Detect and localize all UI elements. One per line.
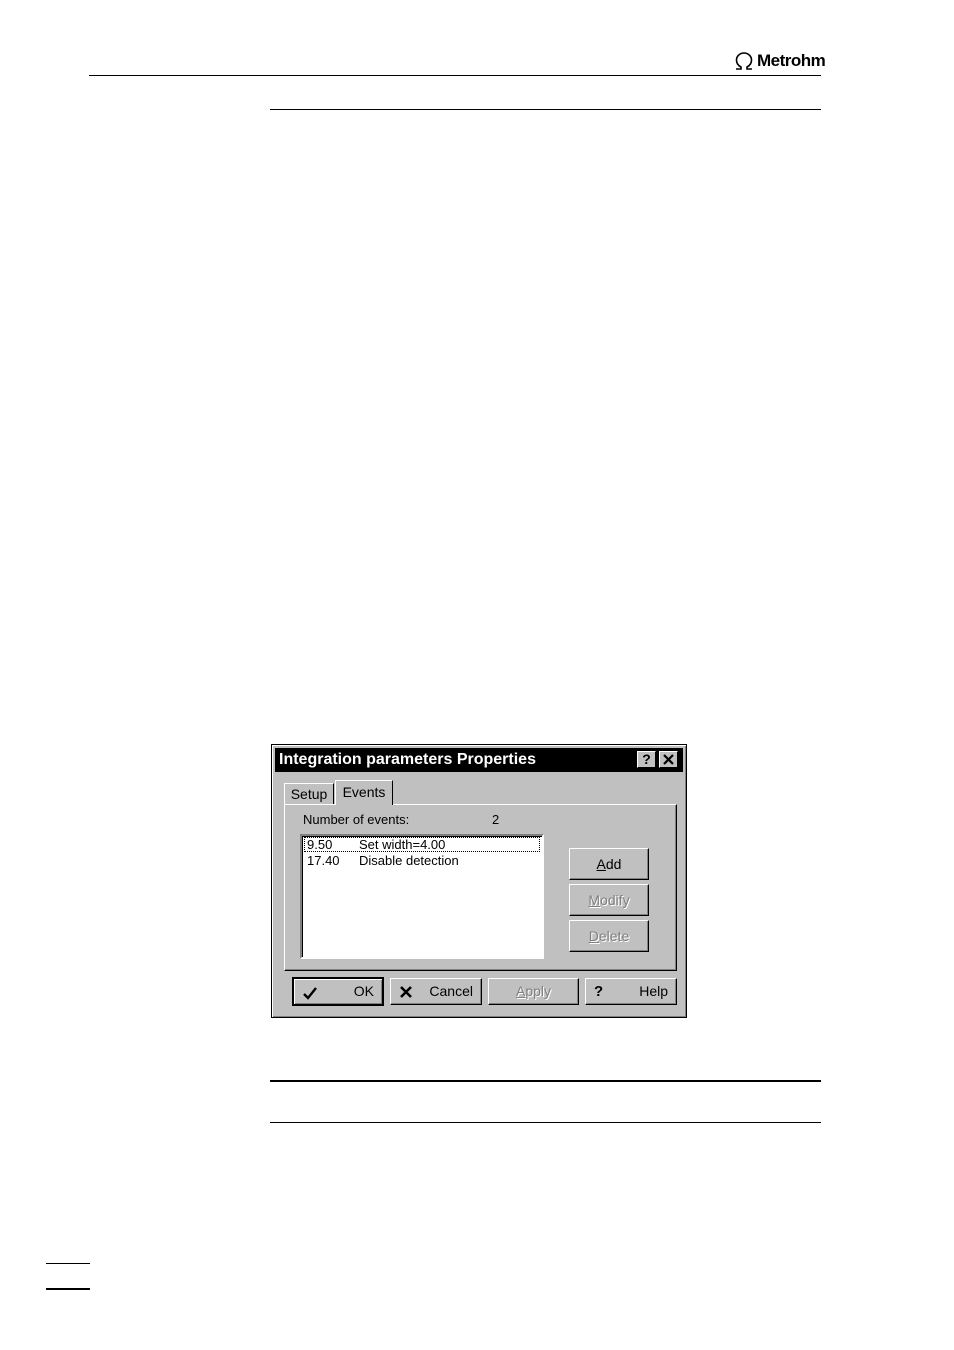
cancel-button[interactable]: Cancel: [390, 978, 482, 1005]
page-margin-mark-2: [46, 1288, 90, 1290]
close-button[interactable]: [659, 751, 678, 768]
apply-button-label: pply: [525, 983, 552, 999]
close-icon: [663, 754, 674, 765]
tab-setup[interactable]: Setup: [284, 783, 334, 804]
section-rule-top: [270, 109, 821, 110]
event-time: 17.40: [307, 853, 340, 868]
header-rule: [89, 75, 821, 76]
ok-button[interactable]: OK: [292, 977, 384, 1006]
modify-button-label: odify: [600, 892, 630, 908]
apply-button-mnemonic: A: [515, 983, 526, 999]
section-rule-bottom: [270, 1122, 821, 1123]
help-button[interactable]: ? Help: [585, 978, 677, 1005]
dialog-titlebar[interactable]: Integration parameters Properties ?: [275, 748, 683, 772]
brand-logo: Metrohm: [733, 50, 826, 72]
checkmark-icon: [303, 987, 317, 1000]
properties-dialog: Integration parameters Properties ? Setu…: [271, 744, 687, 1018]
cancel-button-label: Cancel: [429, 983, 473, 999]
add-button-mnemonic: A: [596, 856, 606, 872]
add-button-label: dd: [605, 856, 622, 872]
add-button[interactable]: Add: [569, 848, 649, 880]
page-margin-mark-1: [46, 1263, 90, 1264]
help-button-label: Help: [639, 983, 668, 999]
delete-button-mnemonic: D: [588, 928, 599, 944]
cross-icon: [400, 986, 412, 998]
event-time: 9.50: [307, 837, 333, 852]
events-count-value: 2: [492, 812, 500, 827]
brand-name: Metrohm: [757, 51, 826, 70]
delete-button[interactable]: Delete: [569, 920, 649, 952]
tab-events-label: Events: [342, 784, 386, 800]
tab-events[interactable]: Events: [335, 780, 393, 805]
question-icon: ?: [594, 983, 604, 1000]
section-rule-mid: [270, 1080, 821, 1082]
dialog-title: Integration parameters Properties: [279, 751, 536, 768]
ok-button-label: OK: [353, 983, 374, 999]
event-description: Disable detection: [359, 853, 459, 868]
events-count-label: Number of events:: [303, 812, 410, 827]
tab-setup-label: Setup: [290, 786, 328, 802]
event-description: Set width=4.00: [359, 837, 446, 852]
events-listbox[interactable]: 9.50 Set width=4.00 17.40 Disable detect…: [300, 834, 544, 959]
omega-icon: [735, 52, 753, 70]
modify-button[interactable]: Modify: [569, 884, 649, 916]
help-title-button[interactable]: ?: [637, 751, 656, 768]
delete-button-label: elete: [598, 928, 630, 944]
modify-button-mnemonic: M: [588, 892, 601, 908]
list-item[interactable]: 9.50 Set width=4.00: [304, 837, 540, 852]
apply-button[interactable]: Apply: [488, 978, 579, 1005]
